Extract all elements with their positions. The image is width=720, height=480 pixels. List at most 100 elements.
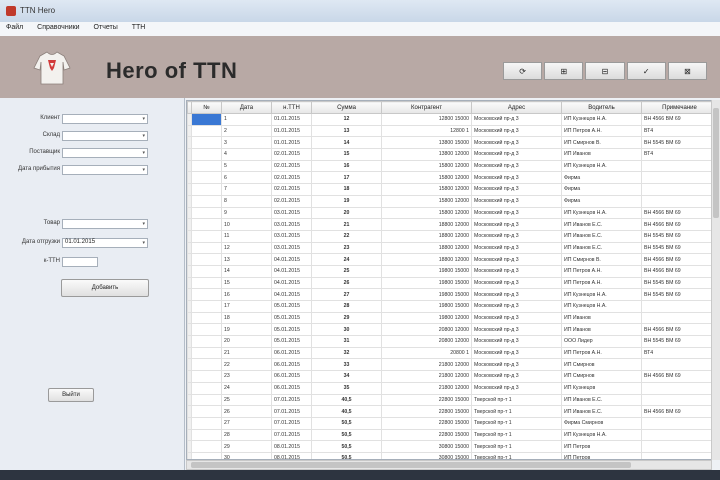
table-cell[interactable]: ВН 4566 ВМ 69: [641, 323, 711, 337]
table-cell[interactable]: Московский пр-д 3: [471, 241, 562, 255]
table-cell[interactable]: ИП Петров А.Н.: [561, 124, 642, 138]
table-cell[interactable]: 19800 15000: [381, 300, 472, 313]
table-cell[interactable]: 50,5: [311, 428, 382, 442]
table-cell[interactable]: [191, 323, 222, 337]
table-cell[interactable]: Московский пр-д 3: [471, 148, 562, 161]
table-cell[interactable]: 12: [311, 113, 382, 126]
table-cell[interactable]: ИП Петров А.Н.: [561, 346, 642, 360]
table-cell[interactable]: 19800 12000: [381, 311, 472, 325]
table-cell[interactable]: 21: [311, 218, 382, 231]
scrollbar-thumb[interactable]: [713, 108, 719, 218]
table-cell[interactable]: [191, 381, 222, 395]
table-cell[interactable]: Тверской пр-т 1: [471, 440, 562, 453]
table-cell[interactable]: [191, 451, 222, 459]
table-cell[interactable]: 33: [311, 358, 382, 372]
table-cell[interactable]: 10: [221, 218, 272, 231]
table-cell[interactable]: 08.01.2015: [271, 451, 312, 459]
table-cell[interactable]: 30: [311, 323, 382, 337]
table-cell[interactable]: 02.01.2015: [271, 183, 312, 196]
table-cell[interactable]: ИП Иванов Е.С.: [561, 218, 642, 231]
table-cell[interactable]: ИП Петров: [561, 440, 642, 453]
table-cell[interactable]: 50,5: [311, 440, 382, 453]
table-cell[interactable]: Московский пр-д 3: [471, 124, 562, 138]
table-cell[interactable]: Тверской пр-т 1: [471, 451, 562, 459]
table-row[interactable]: 28 07.01.2015 50,5 22800 15000 Тверской пр-т…: [187, 428, 711, 442]
table-row[interactable]: 11 03.01.2015 22 18800 12000 Московский пр-д…: [187, 229, 711, 243]
table-cell[interactable]: 05.01.2015: [271, 311, 312, 325]
table-cell[interactable]: 18800 12000: [381, 241, 472, 255]
table-cell[interactable]: 27: [311, 288, 382, 301]
table-cell[interactable]: ВН 4566 ВМ 69: [641, 113, 711, 126]
table-cell[interactable]: 14: [221, 264, 272, 278]
table-cell[interactable]: Московский пр-д 3: [471, 113, 562, 126]
table-cell[interactable]: Тверской пр-т 1: [471, 405, 562, 418]
table-cell[interactable]: 22: [221, 358, 272, 372]
table-cell[interactable]: 34: [311, 370, 382, 383]
table-cell[interactable]: Московский пр-д 3: [471, 323, 562, 337]
table-cell[interactable]: 21800 12000: [381, 381, 472, 395]
table-row[interactable]: 24 06.01.2015 35 21800 12000 Московский пр-д…: [187, 381, 711, 395]
table-cell[interactable]: ВН 5545 ВМ 69: [641, 229, 711, 243]
table-cell[interactable]: 50,5: [311, 451, 382, 459]
horizontal-scrollbar[interactable]: [186, 460, 712, 470]
table-cell[interactable]: ИП Иванов Е.С.: [561, 241, 642, 255]
table-cell[interactable]: Московский пр-д 3: [471, 276, 562, 290]
table-cell[interactable]: [191, 335, 222, 348]
table-cell[interactable]: 01.01.2015: [271, 113, 312, 126]
table-cell[interactable]: Фирма: [561, 194, 642, 208]
arrival-date-select[interactable]: ▾: [62, 165, 148, 175]
table-cell[interactable]: Фирма: [561, 183, 642, 196]
table-row[interactable]: 10 03.01.2015 21 18800 12000 Московский пр-д…: [187, 218, 711, 231]
table-cell[interactable]: ООО Лидер: [561, 335, 642, 348]
table-cell[interactable]: [641, 300, 711, 313]
table-cell[interactable]: 03.01.2015: [271, 241, 312, 255]
table-cell[interactable]: 15: [311, 148, 382, 161]
table-row[interactable]: 25 07.01.2015 40,5 22800 15000 Тверской пр-т…: [187, 393, 711, 407]
table-cell[interactable]: 13800 12000: [381, 148, 472, 161]
table-cell[interactable]: 16: [311, 159, 382, 173]
table-cell[interactable]: 04.01.2015: [271, 288, 312, 301]
table-cell[interactable]: 13800 15000: [381, 136, 472, 150]
table-cell[interactable]: 12800 1: [381, 124, 472, 138]
column-header[interactable]: Адрес: [471, 101, 562, 114]
table-cell[interactable]: ИП Кузнецов: [561, 381, 642, 395]
table-cell[interactable]: [641, 381, 711, 395]
table-cell[interactable]: 15800 12000: [381, 206, 472, 220]
table-cell[interactable]: 02.01.2015: [271, 194, 312, 208]
table-cell[interactable]: ВТ4: [641, 124, 711, 138]
table-row[interactable]: 15 04.01.2015 26 19800 15000 Московский пр-д…: [187, 276, 711, 290]
table-cell[interactable]: 03.01.2015: [271, 229, 312, 243]
table-cell[interactable]: 03.01.2015: [271, 218, 312, 231]
ttn-number-input[interactable]: [62, 257, 98, 267]
table-cell[interactable]: [191, 218, 222, 231]
table-cell[interactable]: 12800 15000: [381, 113, 472, 126]
table-cell[interactable]: ВН 4566 ВМ 69: [641, 264, 711, 278]
table-cell[interactable]: ИП Иванов Е.С.: [561, 405, 642, 418]
table-row[interactable]: 22 06.01.2015 33 21800 12000 Московский пр-д…: [187, 358, 711, 372]
table-cell[interactable]: [641, 451, 711, 459]
table-cell[interactable]: 22800 15000: [381, 393, 472, 407]
table-cell[interactable]: [641, 416, 711, 430]
table-cell[interactable]: 06.01.2015: [271, 370, 312, 383]
table-cell[interactable]: 30800 15000: [381, 440, 472, 453]
table-cell[interactable]: Московский пр-д 3: [471, 218, 562, 231]
table-cell[interactable]: [641, 393, 711, 407]
table-cell[interactable]: ИП Иванов Е.С.: [561, 393, 642, 407]
table-cell[interactable]: [191, 358, 222, 372]
table-cell[interactable]: [191, 288, 222, 301]
table-cell[interactable]: 5: [221, 159, 272, 173]
table-cell[interactable]: 18: [221, 311, 272, 325]
table-cell[interactable]: 26: [221, 405, 272, 418]
table-cell[interactable]: [641, 428, 711, 442]
table-cell[interactable]: [641, 358, 711, 372]
table-cell[interactable]: [191, 370, 222, 383]
table-cell[interactable]: ИП Смирнов: [561, 358, 642, 372]
table-row[interactable]: 17 05.01.2015 28 19800 15000 Московский пр-д…: [187, 300, 711, 313]
table-cell[interactable]: 27: [221, 416, 272, 430]
table-row[interactable]: 2 01.01.2015 13 12800 1 Московский пр-д 3 ИП …: [187, 124, 711, 138]
table-cell[interactable]: ИП Смирнов: [561, 370, 642, 383]
table-cell[interactable]: [191, 194, 222, 208]
table-cell[interactable]: 07.01.2015: [271, 428, 312, 442]
remove-record-button[interactable]: ⊟: [585, 62, 625, 80]
table-cell[interactable]: 23: [221, 370, 272, 383]
